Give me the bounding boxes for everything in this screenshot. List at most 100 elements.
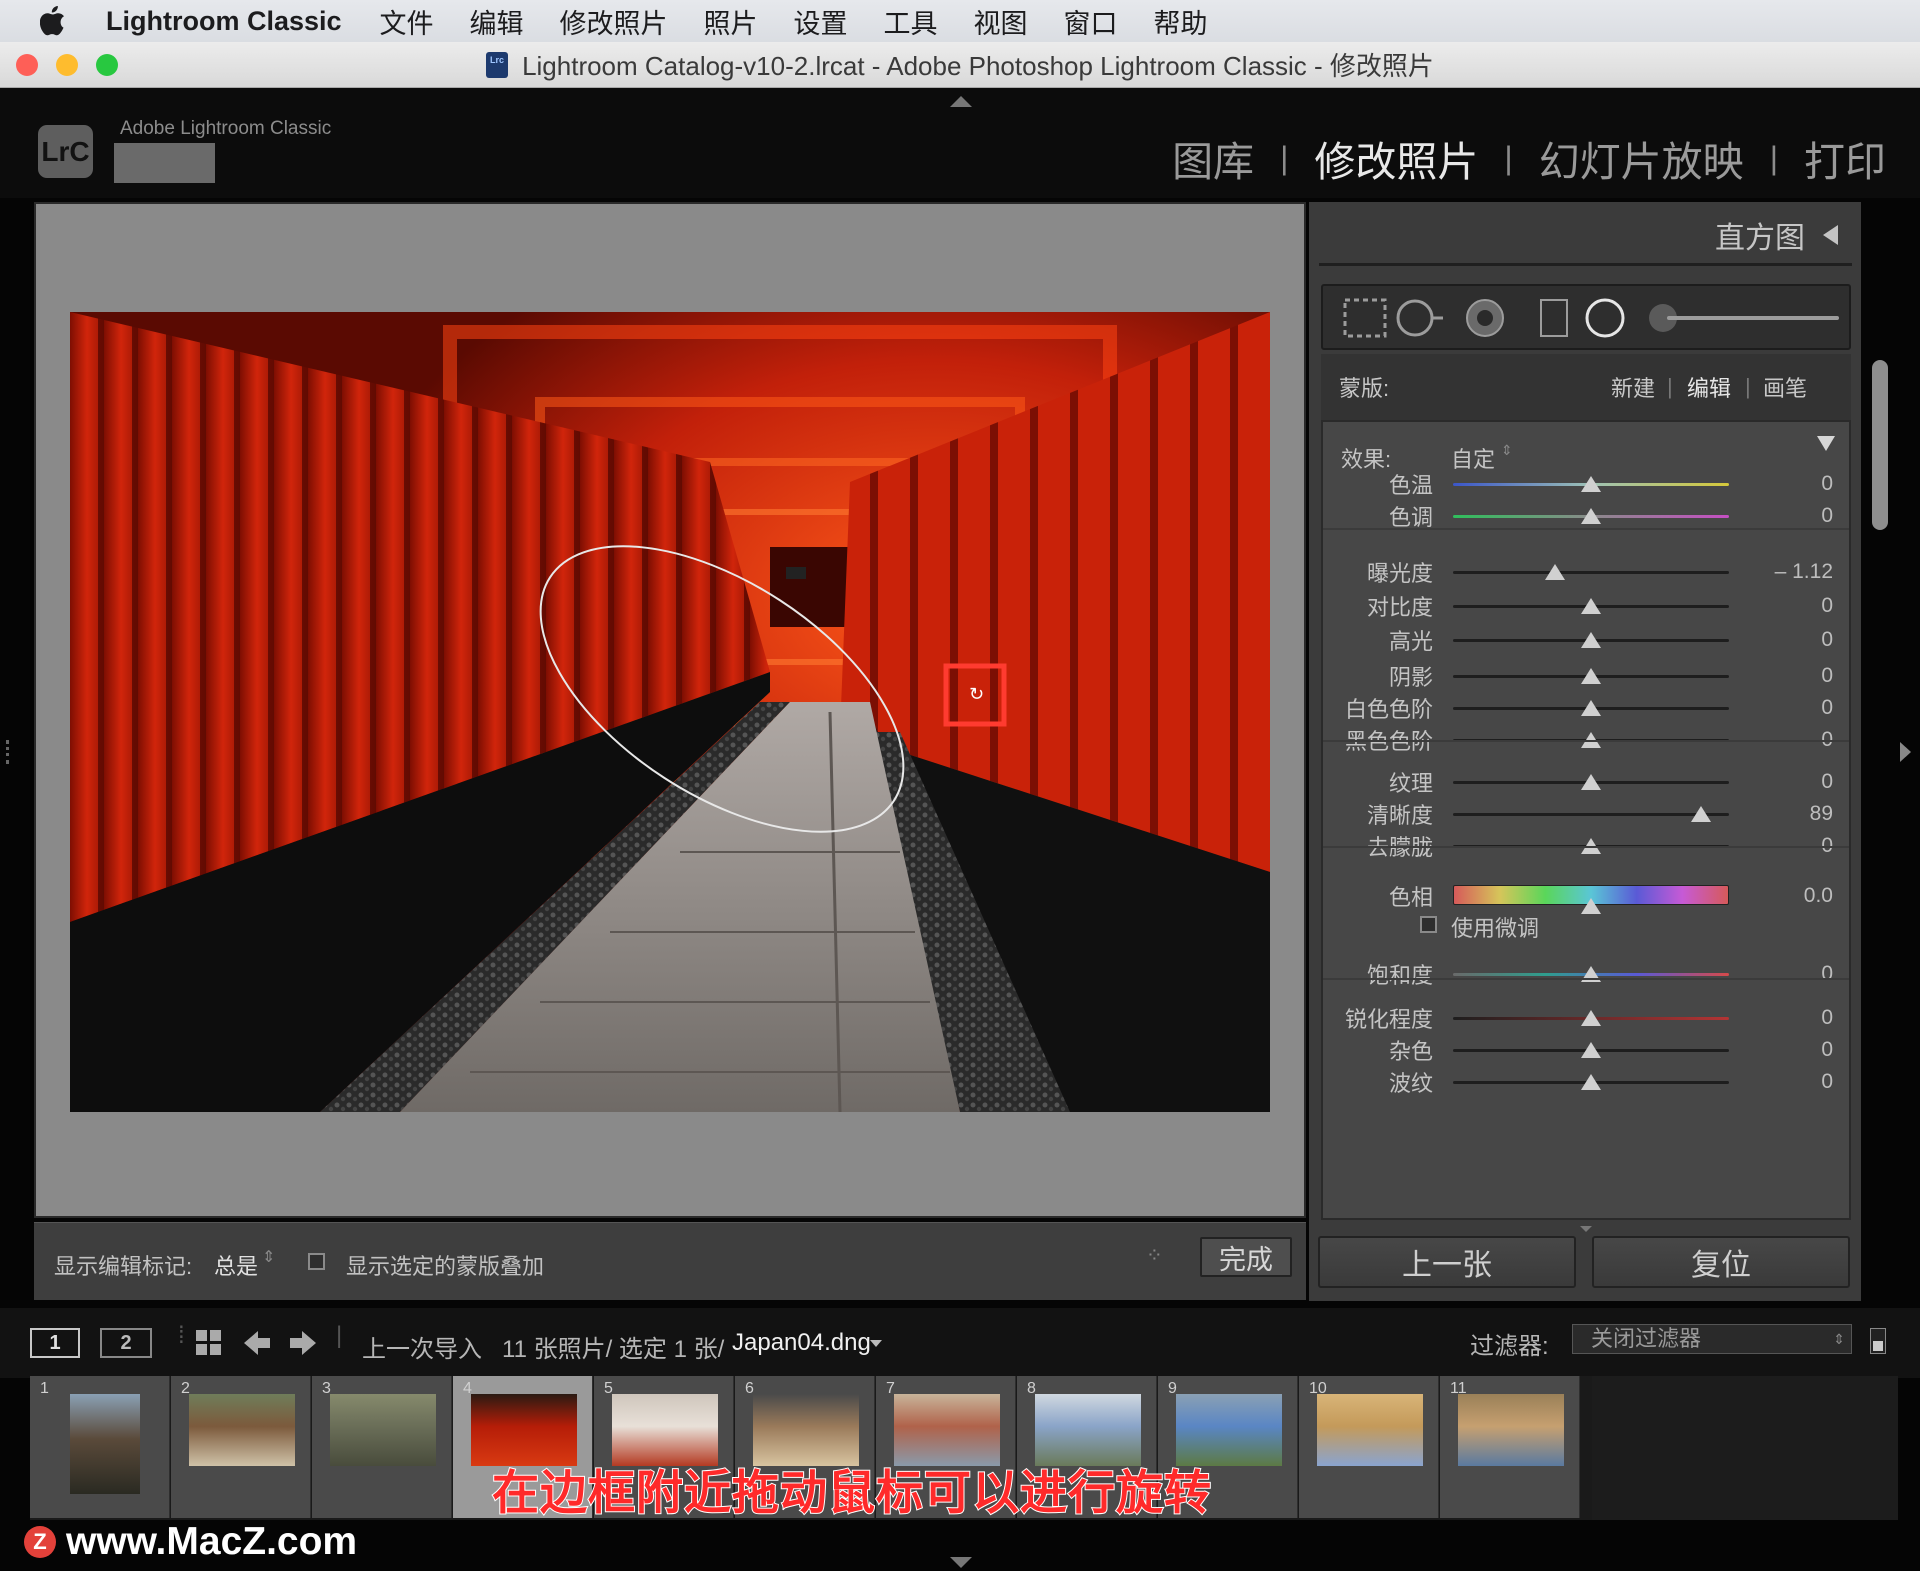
reset-button[interactable]: 复位 — [1592, 1236, 1850, 1288]
show-edit-pins-select[interactable]: 总是 — [214, 1249, 258, 1281]
slider-value[interactable]: 0.0 — [1804, 884, 1833, 908]
slider-row: 对比度 0 — [1323, 590, 1849, 622]
slider-thumb[interactable] — [1581, 1010, 1601, 1026]
forward-arrow-icon[interactable] — [288, 1328, 318, 1358]
group-divider — [1323, 740, 1849, 742]
back-arrow-icon[interactable] — [242, 1328, 272, 1358]
menu-help[interactable]: 帮助 — [1154, 2, 1208, 41]
menu-develop[interactable]: 修改照片 — [560, 2, 668, 41]
slider-thumb[interactable] — [1581, 1074, 1601, 1090]
module-library[interactable]: 图库 — [1172, 128, 1254, 188]
slider-value[interactable]: 0 — [1821, 1070, 1833, 1094]
menu-file[interactable]: 文件 — [380, 2, 434, 41]
menu-edit[interactable]: 编辑 — [470, 2, 524, 41]
collapse-triangle-icon[interactable] — [1823, 224, 1838, 245]
source-label[interactable]: 上一次导入 — [362, 1329, 482, 1364]
slider-label: 白色色阶 — [1344, 697, 1433, 722]
left-panel-toggle-icon[interactable] — [6, 740, 16, 764]
filmstrip-thumbnail[interactable]: 2 — [171, 1376, 311, 1518]
filename-dropdown-icon[interactable] — [870, 1340, 882, 1347]
graduated-filter-icon[interactable] — [1540, 299, 1568, 337]
red-eye-icon[interactable] — [1466, 299, 1504, 337]
filmstrip-thumbnail[interactable]: 1 — [30, 1376, 170, 1518]
menu-photo[interactable]: 照片 — [704, 2, 758, 41]
slider-thumb[interactable] — [1691, 806, 1712, 822]
slider-thumb[interactable] — [1581, 898, 1601, 914]
crop-tool-icon[interactable] — [1343, 298, 1387, 338]
main-photo[interactable]: ↻ — [70, 312, 1270, 1112]
slider-value[interactable]: 0 — [1821, 1038, 1833, 1062]
slider-thumb[interactable] — [1581, 632, 1601, 648]
menu-tools[interactable]: 工具 — [884, 2, 938, 41]
slider-thumb[interactable] — [1581, 668, 1601, 684]
previous-button[interactable]: 上一张 — [1318, 1236, 1576, 1288]
slider-value[interactable]: 0 — [1821, 504, 1833, 528]
top-panel-toggle-icon[interactable] — [950, 96, 972, 107]
menu-window[interactable]: 窗口 — [1064, 2, 1118, 41]
slider-thumb[interactable] — [1581, 598, 1601, 614]
adjustment-brush-icon[interactable] — [1649, 304, 1839, 332]
spot-removal-icon[interactable] — [1396, 299, 1443, 337]
window-title: Lightroom Catalog-v10-2.lrcat - Adobe Ph… — [522, 51, 1434, 81]
apple-icon[interactable] — [40, 6, 66, 36]
app-name-menu[interactable]: Lightroom Classic — [106, 6, 342, 37]
slider-value[interactable]: 0 — [1821, 962, 1833, 986]
slider-thumb[interactable] — [1581, 774, 1601, 790]
effect-disclosure-icon[interactable] — [1817, 436, 1835, 451]
slider-track[interactable] — [1453, 813, 1729, 816]
slider-value[interactable]: 0 — [1821, 472, 1833, 496]
menu-view[interactable]: 视图 — [974, 2, 1028, 41]
minimize-window-button[interactable] — [56, 54, 78, 76]
radial-filter-icon[interactable] — [1585, 298, 1625, 338]
slider-thumb[interactable] — [1581, 508, 1601, 524]
filter-select[interactable]: 关闭过滤器 ⇕ — [1572, 1324, 1852, 1354]
filmstrip-thumbnail[interactable]: 3 — [312, 1376, 452, 1518]
slider-label: 波纹 — [1388, 1071, 1433, 1096]
image-viewer[interactable]: ↻ — [34, 202, 1306, 1218]
macz-logo-icon: Z — [24, 1526, 56, 1558]
slider-value[interactable]: 0 — [1821, 594, 1833, 618]
slider-thumb[interactable] — [1581, 1042, 1601, 1058]
identity-plate — [114, 143, 215, 183]
show-mask-overlay-checkbox[interactable] — [308, 1253, 325, 1270]
slider-value[interactable]: – 1.12 — [1775, 560, 1833, 584]
slider-thumb[interactable] — [1581, 700, 1601, 716]
current-filename[interactable]: Japan04.dng — [732, 1329, 871, 1357]
slider-thumb[interactable] — [1545, 564, 1566, 580]
done-button[interactable]: 完成 — [1200, 1237, 1292, 1277]
slider-value[interactable]: 0 — [1821, 696, 1833, 720]
loading-spinner-icon: ⁘ — [1146, 1245, 1163, 1267]
slider-value[interactable]: 0 — [1821, 1006, 1833, 1030]
filter-lock-icon[interactable] — [1870, 1328, 1886, 1354]
viewer-toolbar: 显示编辑标记: 总是 ⇕ 显示选定的蒙版叠加 ⁘ 完成 — [34, 1222, 1306, 1300]
filmstrip-thumbnail[interactable]: 11 — [1440, 1376, 1580, 1518]
filter-label: 过滤器: — [1470, 1333, 1549, 1360]
mask-new-button[interactable]: 新建 — [1611, 371, 1655, 403]
module-slideshow[interactable]: 幻灯片放映 — [1539, 128, 1744, 188]
bottom-panel-toggle-icon[interactable] — [950, 1557, 972, 1568]
right-panel-toggle-icon[interactable] — [1900, 742, 1911, 762]
mask-edit-button[interactable]: 编辑 — [1687, 371, 1731, 403]
slider-value[interactable]: 0 — [1821, 770, 1833, 794]
slider-thumb[interactable] — [1581, 476, 1601, 492]
slider-label: 锐化程度 — [1344, 1007, 1433, 1032]
slider-value[interactable]: 89 — [1810, 802, 1833, 826]
slider-value[interactable]: 0 — [1821, 628, 1833, 652]
menu-settings[interactable]: 设置 — [794, 2, 848, 41]
module-develop[interactable]: 修改照片 — [1314, 128, 1478, 188]
secondary-view-button[interactable]: 2 — [100, 1328, 152, 1358]
filmstrip-thumbnail[interactable]: 10 — [1299, 1376, 1439, 1518]
panel-scroll-down-icon[interactable] — [1580, 1226, 1592, 1232]
histogram-header[interactable]: 直方图 — [1319, 206, 1852, 266]
grid-view-icon[interactable] — [194, 1328, 224, 1358]
slider-value[interactable]: 0 — [1821, 664, 1833, 688]
module-print[interactable]: 打印 — [1804, 128, 1886, 188]
primary-view-button[interactable]: 1 — [30, 1328, 80, 1358]
select-updown-icon: ⇕ — [1501, 442, 1513, 458]
fine-tune-checkbox[interactable] — [1420, 916, 1437, 933]
mask-brush-button[interactable]: 画笔 — [1763, 371, 1807, 403]
panel-scrollbar[interactable] — [1872, 360, 1888, 530]
zoom-window-button[interactable] — [96, 54, 118, 76]
slider-track[interactable] — [1453, 571, 1729, 574]
close-window-button[interactable] — [16, 54, 38, 76]
